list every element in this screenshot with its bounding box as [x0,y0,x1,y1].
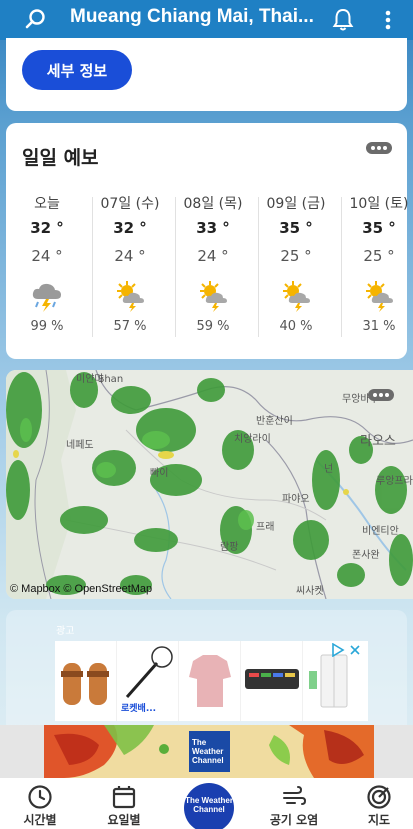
day-precip: 57 % [113,319,147,334]
map-label: 넌 [324,464,334,475]
day-forecast-item[interactable]: 08일 (목) 33 ° 24 ° 59 % [175,193,251,334]
nav-label: 공기 오염 [269,813,319,827]
ad-label: 광고 [56,626,75,637]
thunderstorm-icon [32,283,61,312]
nav-hourly[interactable]: 시간별 [0,778,80,829]
map-label: 람팡 [220,542,239,553]
sun-thunder-icon [200,281,227,312]
day-label: 09일 (금) [266,196,326,212]
map-more-icon[interactable] [368,389,394,401]
search-icon[interactable] [24,8,48,32]
wind-icon [283,786,307,805]
day-label: 07일 (수) [100,196,160,212]
details-button[interactable]: 세부 정보 [22,50,132,90]
current-conditions-card: 세부 정보 [6,38,407,111]
ad-card: 광고 로켓배... [6,610,407,726]
weather-channel-button[interactable]: The Weather Channel [184,783,234,829]
bell-icon[interactable] [331,7,355,33]
clock-icon [28,785,52,809]
day-high: 32 ° [113,219,147,237]
ad-product-net[interactable]: 로켓배... [117,641,179,721]
map-label: 비엔티안 [362,526,399,537]
day-precip: 99 % [30,319,64,334]
day-precip: 59 % [196,319,230,334]
nav-label: 요일별 [107,813,141,827]
calendar-icon [112,786,136,809]
day-precip: 40 % [279,319,313,334]
day-forecast-item[interactable]: 07일 (수) 32 ° 24 ° 57 % [92,193,168,334]
map-label: 반훈산이 [256,416,293,427]
day-high: 35 ° [362,219,396,237]
day-label: 오늘 [34,196,60,212]
daily-forecast-title: 일일 예보 [22,147,99,169]
ad-product-fridge[interactable] [303,641,365,721]
sun-thunder-icon [283,281,310,312]
sun-thunder-icon [366,281,393,312]
ad-product-sandals[interactable] [55,641,117,721]
day-high: 32 ° [30,219,64,237]
map-label: 네페도 [66,440,94,451]
daily-forecast-list: 오늘 32 ° 24 ° 99 % 07일 (수) 32 ° 24 ° 57 %… [6,193,408,343]
map-label: 씨사켓 [296,586,324,597]
map-attribution[interactable]: © Mapbox © OpenStreetMap [10,583,152,595]
map-label: 빠이 [150,468,169,479]
location-title[interactable]: Mueang Chiang Mai, Thai... [70,6,322,28]
day-forecast-item[interactable]: 09일 (금) 35 ° 25 ° 40 % [258,193,334,334]
nav-map[interactable]: 지도 [339,778,413,829]
nav-label: 시간별 [23,813,57,827]
day-label: 08일 (목) [183,196,243,212]
day-low: 25 ° [280,247,312,265]
map-label: 루앙프라방 [376,476,413,487]
nav-daily[interactable]: 요일별 [84,778,164,829]
map-label: 프래 [256,522,275,533]
ad-product-shirt[interactable] [179,641,241,721]
sun-thunder-icon [117,281,144,312]
nav-label: 지도 [367,813,391,827]
card-more-icon[interactable] [366,142,392,154]
day-low: 24 ° [114,247,146,265]
day-forecast-item[interactable]: 10일 (토) 35 ° 25 ° 31 % [341,193,413,334]
day-high: 33 ° [196,219,230,237]
day-precip: 31 % [362,319,396,334]
ad-product-keyboard[interactable] [241,641,303,721]
map-label: Shan [98,374,124,385]
app-header: Mueang Chiang Mai, Thai... [0,0,413,40]
ad-close-icon[interactable] [349,644,361,656]
daily-forecast-card: 일일 예보 오늘 32 ° 24 ° 99 % 07일 (수) 32 ° 24 … [6,123,408,359]
map-label: 폰사완 [352,550,380,561]
day-label: 10일 (토) [349,196,409,212]
day-low: 25 ° [363,247,395,265]
ad-product-caption: 로켓배... [121,704,157,714]
map-label: 라오스 [360,434,396,449]
radar-map[interactable]: 미얀마 라오스 치앙라이 반훈산이 넌 루앙프라방 비엔티안 무앙바우 프래 빠… [6,370,413,599]
ad-choices-icon[interactable] [331,643,345,657]
nav-air-quality[interactable]: 공기 오염 [254,778,334,829]
ad-banner[interactable]: 로켓배... [55,641,368,721]
weather-channel-logo: The Weather Channel [189,731,230,772]
day-low: 24 ° [31,247,63,265]
map-label: 파야오 [282,494,310,505]
day-high: 35 ° [279,219,313,237]
more-vertical-icon[interactable] [380,8,396,32]
radar-icon [367,785,391,809]
day-low: 24 ° [197,247,229,265]
day-forecast-item[interactable]: 오늘 32 ° 24 ° 99 % [9,193,85,334]
map-label: 치앙라이 [234,434,271,445]
